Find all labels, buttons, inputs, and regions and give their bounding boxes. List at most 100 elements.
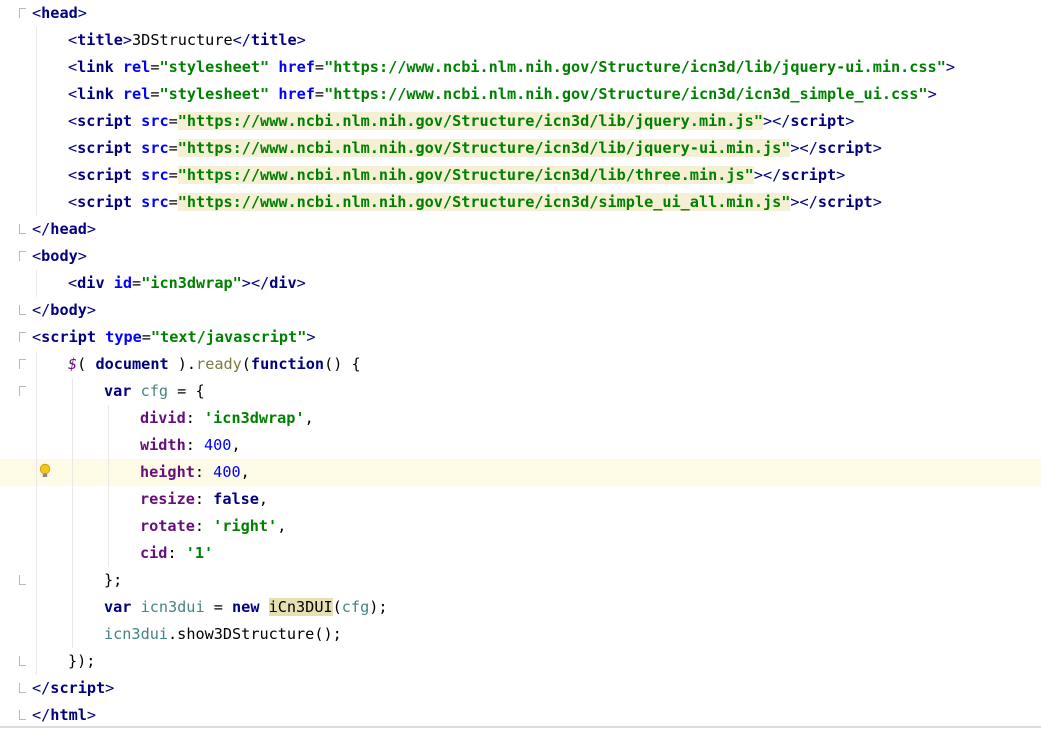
code-line[interactable]: <script src="https://www.ncbi.nlm.nih.go… xyxy=(0,135,1041,162)
code-line-content: }); xyxy=(68,648,95,675)
fold-marker-icon[interactable] xyxy=(19,251,26,261)
code-token-plain: }; xyxy=(104,571,123,589)
code-line[interactable]: </script> xyxy=(0,675,1041,702)
code-line[interactable]: $( document ).ready(function() { xyxy=(0,351,1041,378)
indent-guide xyxy=(36,648,37,675)
code-line[interactable]: </html> xyxy=(0,702,1041,729)
code-line[interactable]: var cfg = { xyxy=(0,378,1041,405)
indent-guide xyxy=(36,405,37,432)
code-token-tag: script xyxy=(77,193,142,211)
code-token-bracket: > xyxy=(296,274,306,292)
code-line[interactable]: icn3dui.show3DStructure(); xyxy=(0,621,1041,648)
code-line-content: cid: '1' xyxy=(140,540,213,567)
code-token-tag: script xyxy=(41,328,106,346)
code-token-attr: src xyxy=(141,193,169,211)
code-line-content: }; xyxy=(104,567,122,594)
lightbulb-icon[interactable] xyxy=(39,463,51,479)
code-line[interactable]: rotate: 'right', xyxy=(0,513,1041,540)
code-token-bracket: < xyxy=(68,58,78,76)
code-editor[interactable]: <head> <title>3DStructure</title> <link re… xyxy=(0,0,1041,728)
code-line-content: <title>3DStructure</title> xyxy=(68,27,306,54)
code-line[interactable]: <body> xyxy=(0,243,1041,270)
code-token-plain: ); xyxy=(369,598,388,616)
indent-guide xyxy=(36,162,37,189)
fold-marker-icon[interactable] xyxy=(19,8,26,18)
indent-guide xyxy=(36,621,37,648)
code-token-bracket: < xyxy=(68,139,78,157)
code-token-bracket: > xyxy=(753,166,763,184)
code-token-valhl: "https://www.ncbi.nlm.nih.gov/Structure/… xyxy=(177,166,754,184)
code-token-plain: = xyxy=(314,58,325,76)
code-line[interactable]: <script src="https://www.ncbi.nlm.nih.go… xyxy=(0,108,1041,135)
code-line[interactable]: <link rel="stylesheet" href="https://www… xyxy=(0,54,1041,81)
fold-marker-icon[interactable] xyxy=(19,575,26,585)
indent-guide xyxy=(108,405,109,432)
fold-marker-icon[interactable] xyxy=(19,224,26,234)
code-token-dollar: $ xyxy=(68,355,78,373)
code-token-call: show3DStructure xyxy=(177,625,315,643)
code-token-tag: link xyxy=(77,58,123,76)
indent-guide xyxy=(36,351,37,378)
code-line-content: </html> xyxy=(32,702,96,729)
code-line[interactable]: var icn3dui = new iCn3DUI(cfg); xyxy=(0,594,1041,621)
code-token-attr: src xyxy=(141,112,169,130)
code-line[interactable]: divid: 'icn3dwrap', xyxy=(0,405,1041,432)
code-line[interactable]: resize: false, xyxy=(0,486,1041,513)
code-token-tag: script xyxy=(817,193,873,211)
indent-guide xyxy=(36,378,37,405)
fold-marker-icon[interactable] xyxy=(19,305,26,315)
code-line[interactable]: <link rel="stylesheet" href="https://www… xyxy=(0,81,1041,108)
code-token-bracket: > xyxy=(105,679,115,697)
code-token-bracket: </ xyxy=(32,679,51,697)
code-line[interactable]: height: 400, xyxy=(0,459,1041,486)
code-line[interactable]: </body> xyxy=(0,297,1041,324)
code-token-bracket: < xyxy=(32,4,42,22)
code-token-kw: document xyxy=(95,355,178,373)
code-line-content: <link rel="stylesheet" href="https://www… xyxy=(68,81,937,108)
indent-guide xyxy=(36,81,37,108)
code-token-tag: script xyxy=(77,139,142,157)
code-token-attr: href xyxy=(278,85,315,103)
code-line-content: $( document ).ready(function() { xyxy=(68,351,361,378)
code-token-tag: link xyxy=(77,85,123,103)
code-line[interactable]: </head> xyxy=(0,216,1041,243)
code-token-plain: : xyxy=(185,436,205,454)
code-token-bracket: > xyxy=(86,220,97,238)
indent-guide xyxy=(72,432,73,459)
code-line[interactable]: <script src="https://www.ncbi.nlm.nih.go… xyxy=(0,189,1041,216)
fold-marker-icon[interactable] xyxy=(19,386,26,396)
code-token-tag: head xyxy=(41,4,78,22)
code-token-kw: function xyxy=(250,355,325,373)
indent-guide xyxy=(36,513,37,540)
fold-marker-icon[interactable] xyxy=(19,656,26,666)
code-line-content: <script src="https://www.ncbi.nlm.nih.go… xyxy=(68,135,882,162)
fold-marker-icon[interactable] xyxy=(19,359,26,369)
code-line[interactable]: <head> xyxy=(0,0,1041,27)
indent-guide xyxy=(36,270,37,297)
indent-guide xyxy=(72,567,73,594)
code-token-plain: : xyxy=(167,544,186,562)
code-line-content: <head> xyxy=(32,0,87,27)
fold-marker-icon[interactable] xyxy=(19,332,26,342)
code-line[interactable]: <script src="https://www.ncbi.nlm.nih.go… xyxy=(0,162,1041,189)
code-line[interactable]: cid: '1' xyxy=(0,540,1041,567)
code-line[interactable]: <div id="icn3dwrap"></div> xyxy=(0,270,1041,297)
code-line[interactable]: <title>3DStructure</title> xyxy=(0,27,1041,54)
indent-guide xyxy=(72,459,73,486)
code-line[interactable]: width: 400, xyxy=(0,432,1041,459)
code-line[interactable]: }; xyxy=(0,567,1041,594)
fold-marker-icon[interactable] xyxy=(19,683,26,693)
code-token-tag: body xyxy=(50,301,87,319)
code-token-kw: false xyxy=(213,490,259,508)
code-token-bracket: > xyxy=(845,112,855,130)
code-line-content: </head> xyxy=(32,216,96,243)
code-token-plain: = xyxy=(168,166,178,184)
code-line[interactable]: <script type="text/javascript"> xyxy=(0,324,1041,351)
code-token-bracket: < xyxy=(32,328,42,346)
fold-marker-icon[interactable] xyxy=(19,710,26,720)
indent-guide xyxy=(108,486,109,513)
code-line[interactable]: }); xyxy=(0,648,1041,675)
code-token-tag: script xyxy=(781,166,837,184)
code-line-content: <body> xyxy=(32,243,87,270)
code-token-bracket: > xyxy=(296,31,306,49)
